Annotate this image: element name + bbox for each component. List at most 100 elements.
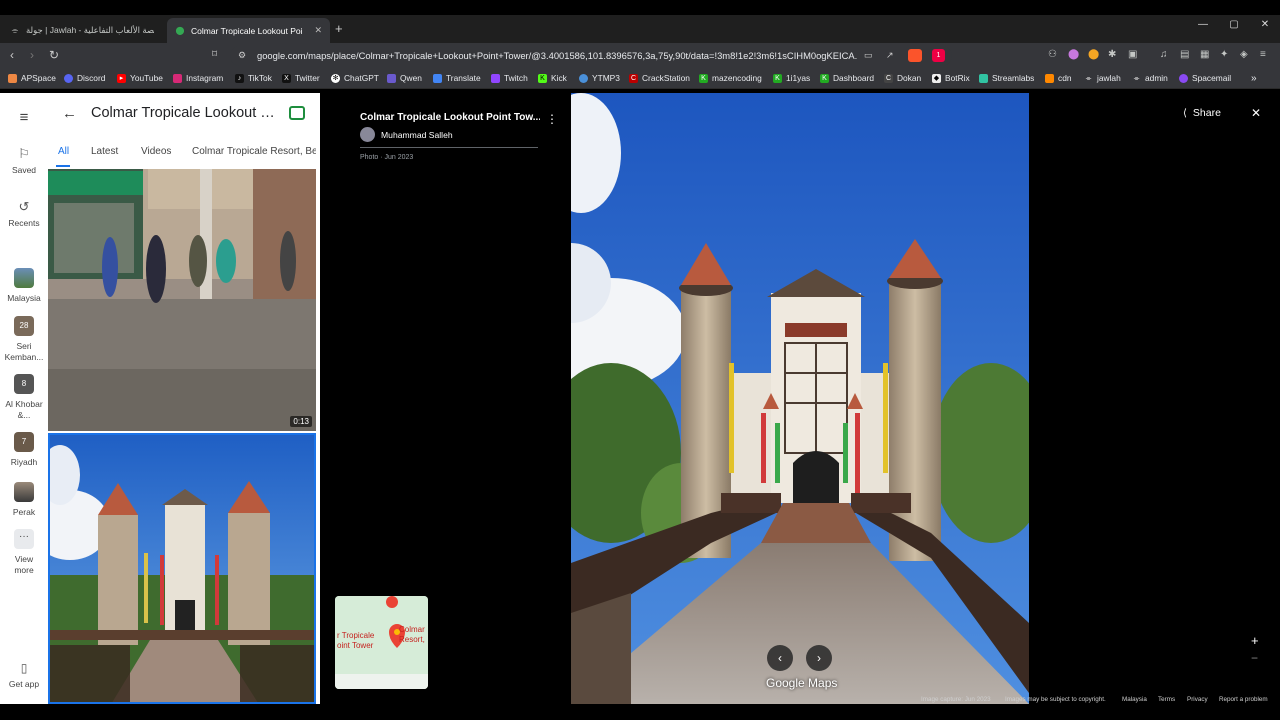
recent-place-seri-kembangan[interactable]: 28 Seri Kemban... (0, 316, 48, 363)
new-tab-icon[interactable]: + (335, 21, 343, 36)
extension-icon-3[interactable]: ⬤ (1088, 49, 1099, 60)
bookmark-kick[interactable]: K Kick (538, 73, 567, 83)
bookmark-dokan[interactable]: C Dokan (884, 73, 921, 83)
recent-place-riyadh[interactable]: 7 Riyadh (0, 432, 48, 467)
extensions-puzzle-icon[interactable]: ✱ (1108, 49, 1116, 60)
bookmark-chatgpt[interactable]: ✻ ChatGPT (331, 73, 379, 83)
footer-link-malaysia[interactable]: Malaysia (1122, 696, 1147, 703)
jawlah-icon: ⌯ (1084, 73, 1093, 83)
add-photo-icon[interactable] (289, 106, 305, 120)
share-page-icon[interactable]: ↗ (886, 50, 894, 61)
cast-icon[interactable]: ▭ (864, 50, 873, 61)
bookmark-apspace[interactable]: APSpace (8, 73, 56, 83)
forward-icon[interactable]: › (30, 48, 34, 62)
bookmark-youtube[interactable]: ▸ YouTube (117, 73, 163, 83)
get-app-button[interactable]: ▯ Get app (0, 661, 48, 689)
bookmark-cdn[interactable]: cdn (1045, 73, 1072, 83)
leo-ai-icon[interactable]: ✦ (1220, 49, 1228, 60)
bookmark-tiktok[interactable]: ♪ TikTok (235, 73, 272, 83)
bookmark-streamlabs[interactable]: Streamlabs (979, 73, 1034, 83)
recent-place-perak[interactable]: Perak (0, 482, 48, 517)
extension-icon-2[interactable]: ⬤ (1068, 49, 1079, 60)
footer-link-privacy[interactable]: Privacy (1187, 696, 1208, 703)
bookmark-mazencoding[interactable]: Kmazencoding (699, 73, 762, 83)
brave-shield-icon[interactable] (908, 49, 922, 62)
recents-button[interactable]: ↺ Recents (0, 199, 48, 228)
next-photo-button[interactable]: › (806, 645, 832, 671)
previous-photo-button[interactable]: ‹ (767, 645, 793, 671)
bookmark-crackstation[interactable]: C CrackStation (629, 73, 690, 83)
share-button[interactable]: ⟨ Share (1183, 107, 1221, 119)
tab-colmar-resort[interactable]: Colmar Tropicale Resort, Be (192, 146, 316, 157)
bookmark-qwen[interactable]: Qwen (387, 73, 422, 83)
selected-photo-thumbnail[interactable] (48, 433, 316, 704)
extension-icon-1[interactable]: ⚇ (1048, 49, 1057, 60)
site-info-icon[interactable]: ⚙ (238, 50, 246, 61)
mazencoding-icon: K (699, 73, 708, 83)
minimap[interactable]: r Tropicale oint Tower Colmar Resort, (335, 596, 428, 689)
wallet-icon[interactable]: ▦ (1200, 49, 1209, 60)
chatgpt-icon: ✻ (331, 73, 340, 83)
tab-latest[interactable]: Latest (91, 146, 118, 157)
bookmark-discord[interactable]: Discord (64, 73, 105, 83)
minimap-label-right: Colmar Resort, (399, 625, 425, 644)
back-arrow-icon[interactable]: ← (62, 105, 77, 122)
zoom-in-icon[interactable]: + (1251, 633, 1259, 648)
bookmark-1i1yas[interactable]: K 1i1yas (773, 73, 810, 83)
tab-all[interactable]: All (58, 146, 69, 157)
tab-videos[interactable]: Videos (141, 146, 171, 157)
media-icon[interactable]: ♫ (1160, 49, 1168, 60)
phone-icon: ▯ (20, 661, 28, 675)
footer-link-report[interactable]: Report a problem (1219, 696, 1268, 703)
video-thumbnail[interactable]: 0:13 (48, 169, 316, 431)
footer-link-terms[interactable]: Terms (1158, 696, 1175, 703)
screenshot-icon[interactable]: ▣ (1128, 49, 1137, 60)
bookmark-botrix[interactable]: ◆ BotRix (932, 73, 970, 83)
recent-place-al-khobar[interactable]: 8 Al Khobar &... (0, 374, 48, 421)
brave-rewards-icon[interactable]: 1 (932, 49, 945, 62)
place-label: Malaysia (7, 293, 41, 303)
tab-close-icon[interactable]: ✕ (314, 25, 322, 36)
twitch-icon (491, 73, 500, 83)
back-icon[interactable]: ‹ (10, 48, 14, 62)
sidebar-icon[interactable]: ▤ (1180, 49, 1189, 60)
place-thumbnail: 8 (14, 374, 34, 394)
recent-place-malaysia[interactable]: Malaysia (0, 268, 48, 303)
more-options-icon[interactable]: ⋮ (546, 112, 558, 126)
tab-colmar[interactable]: ⬤ Colmar Tropicale Lookout Point ✕ (167, 18, 330, 43)
zoom-out-icon[interactable]: − (1251, 651, 1258, 665)
more-bookmarks-icon[interactable]: » (1251, 73, 1257, 84)
view-more-button[interactable]: ··· View more (0, 529, 48, 576)
bookmark-instagram[interactable]: Instagram (173, 73, 223, 83)
close-viewer-icon[interactable]: ✕ (1251, 106, 1261, 120)
kick-icon: K (538, 73, 547, 83)
menu-hamburger-icon[interactable]: ≡ (0, 109, 48, 126)
divider (360, 147, 538, 148)
bookmark-ytmp3[interactable]: YTMP3 (579, 73, 620, 83)
address-bar[interactable]: ⚙ google.com/maps/place/Colmar+Tropicale… (230, 46, 952, 66)
vpn-icon[interactable]: ◈ (1240, 49, 1248, 60)
bookmarks-bar: APSpace Discord ▸ YouTube Instagram ♪ TikT… (0, 69, 1280, 89)
window-close-icon[interactable]: ✕ (1250, 19, 1280, 30)
bookmark-twitter[interactable]: X Twitter (282, 73, 320, 83)
video-duration: 0:13 (290, 416, 312, 427)
menu-icon[interactable]: ≡ (1260, 49, 1266, 60)
tab-jawlah[interactable]: ⌯ جولة | Jawlah - منصة الألعاب التفاعلية (2, 18, 164, 43)
maximize-icon[interactable]: ▢ (1219, 19, 1249, 30)
minimize-icon[interactable]: — (1188, 19, 1218, 30)
bookmark-icon[interactable]: ⌑ (212, 49, 217, 60)
bookmark-outline-icon: ⚐ (18, 146, 30, 161)
url-text[interactable]: google.com/maps/place/Colmar+Tropicale+L… (257, 50, 857, 61)
saved-label: Saved (11, 165, 37, 175)
main-photo[interactable] (571, 93, 1029, 704)
reload-icon[interactable]: ↻ (49, 48, 59, 62)
bookmark-twitch[interactable]: Twitch (491, 73, 528, 83)
bookmark-dashboard[interactable]: K Dashboard (820, 73, 874, 83)
browser-toolbar: ‹ › ↻ ⌑ ⚙ google.com/maps/place/Colmar+T… (0, 43, 1280, 69)
bookmark-admin[interactable]: ⌯ admin (1132, 73, 1168, 83)
photo-author[interactable]: Muhammad Salleh (360, 127, 540, 142)
saved-button[interactable]: ⚐ Saved (0, 146, 48, 175)
bookmark-spacemail[interactable]: Spacemail (1179, 73, 1231, 83)
bookmark-translate[interactable]: Translate (433, 73, 481, 83)
bookmark-jawlah[interactable]: ⌯ jawlah (1084, 73, 1121, 83)
